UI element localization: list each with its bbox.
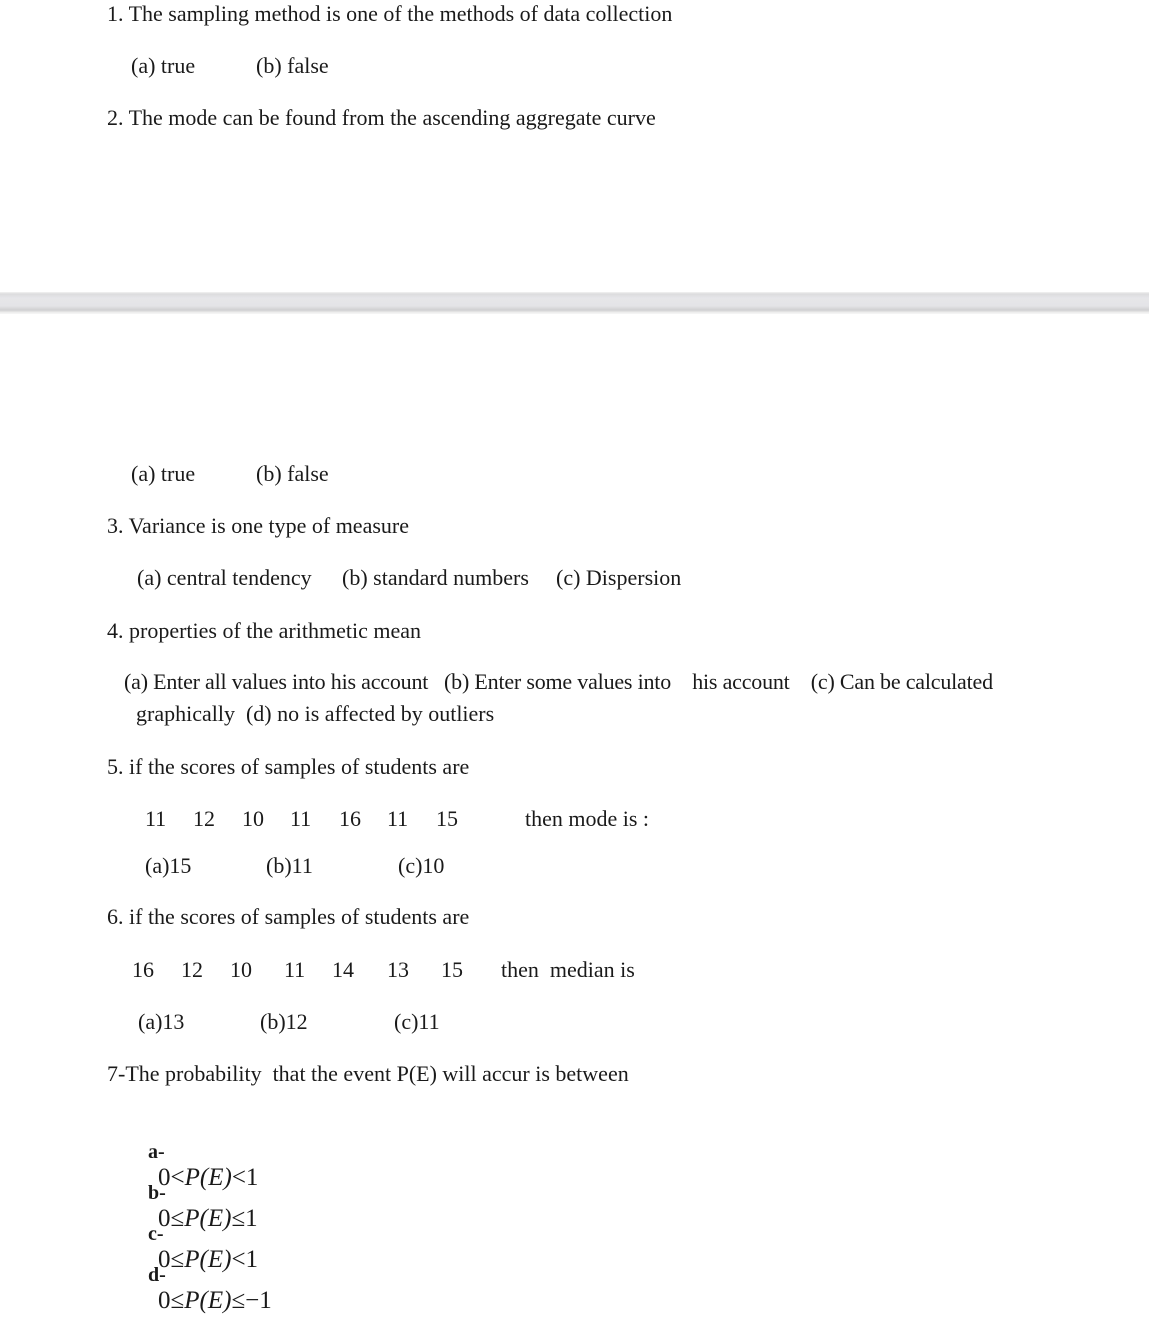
- q6-question: 6. if the scores of samples of students …: [107, 904, 470, 929]
- option-math-expr: P(E): [184, 1287, 232, 1314]
- q5-score: 11: [290, 806, 312, 831]
- q4-options-line2: graphically (d) no is affected by outlie…: [136, 701, 495, 726]
- q5-score: 15: [436, 806, 458, 831]
- q3-option-c: (c) Dispersion: [556, 565, 682, 590]
- q6-score: 15: [441, 957, 463, 982]
- q7-option-d: d- 0≤P(E)≤−1: [126, 1235, 272, 1340]
- option-label: d-: [148, 1264, 166, 1286]
- q4-options-line1: (a) Enter all values into his account (b…: [124, 669, 993, 694]
- q6-score: 14: [332, 957, 354, 982]
- q5-option-b: (b)11: [266, 853, 313, 878]
- option-math-left: 0≤: [158, 1287, 185, 1314]
- q7-question: 7-The probability that the event P(E) wi…: [107, 1061, 629, 1086]
- q6-score: 11: [284, 957, 306, 982]
- q6-score: 16: [132, 957, 154, 982]
- q6-score: 12: [181, 957, 203, 982]
- q4-question: 4. properties of the arithmetic mean: [107, 618, 421, 643]
- q6-option-c: (c)11: [394, 1009, 440, 1034]
- q1-option-b: (b) false: [256, 53, 329, 78]
- q5-score: 12: [193, 806, 215, 831]
- q2-question: 2. The mode can be found from the ascend…: [107, 105, 656, 130]
- q6-prompt: then median is: [501, 957, 635, 982]
- q6-score: 13: [387, 957, 409, 982]
- q5-prompt: then mode is :: [525, 806, 650, 831]
- q3-option-b: (b) standard numbers: [342, 565, 529, 590]
- q2-option-b: (b) false: [256, 461, 329, 486]
- page-break-divider: [0, 292, 1149, 314]
- q6-score: 10: [230, 957, 252, 982]
- q1-option-a: (a) true: [131, 53, 196, 78]
- q5-option-a: (a)15: [145, 853, 192, 878]
- option-math-right: ≤−1: [231, 1287, 272, 1314]
- q3-option-a: (a) central tendency: [137, 565, 312, 590]
- q5-question: 5. if the scores of samples of students …: [107, 754, 470, 779]
- q5-score: 16: [339, 806, 361, 831]
- q3-question: 3. Variance is one type of measure: [107, 513, 409, 538]
- q2-option-a: (a) true: [131, 461, 196, 486]
- q5-score: 11: [145, 806, 167, 831]
- q6-option-a: (a)13: [138, 1009, 185, 1034]
- q5-score: 11: [387, 806, 409, 831]
- q6-option-b: (b)12: [260, 1009, 308, 1034]
- q1-question: 1. The sampling method is one of the met…: [107, 1, 673, 26]
- q5-option-c: (c)10: [398, 853, 445, 878]
- q5-score: 10: [242, 806, 264, 831]
